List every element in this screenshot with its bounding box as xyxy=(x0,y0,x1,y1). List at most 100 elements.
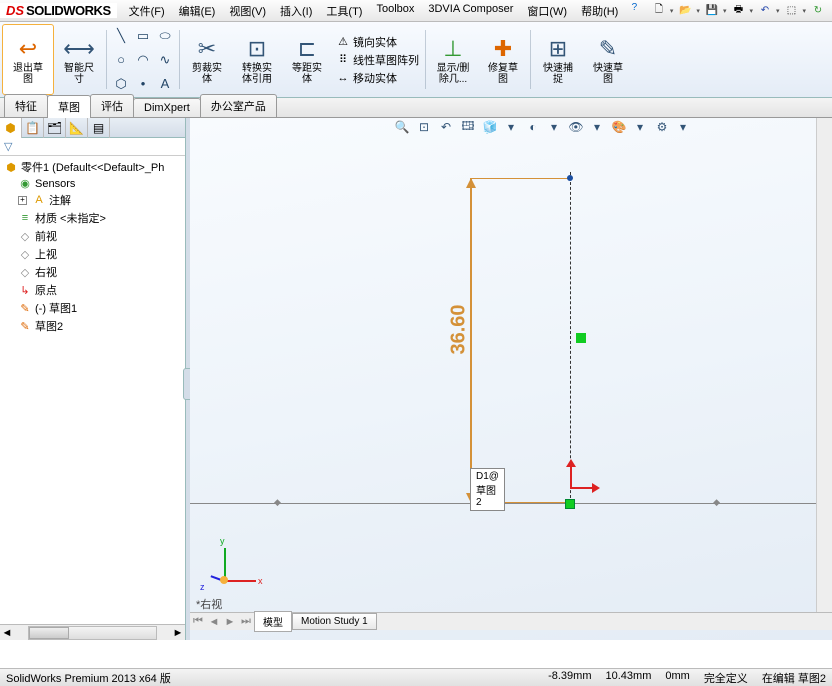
slot-icon[interactable]: ⬭ xyxy=(155,25,175,47)
expand-icon[interactable]: + xyxy=(18,196,27,205)
tab-nav-left-icon[interactable]: ⏮ xyxy=(190,615,206,628)
feature-tree-tab-icon[interactable]: ⬢ xyxy=(0,118,22,138)
prev-view-icon[interactable]: ↶ xyxy=(437,118,455,136)
print-icon[interactable]: 🖶 xyxy=(730,3,746,19)
spline-icon[interactable]: ∿ xyxy=(155,49,175,71)
dimxpert-tab-icon[interactable]: 📐 xyxy=(66,118,88,138)
pattern-button[interactable]: ⠿线性草图阵列 xyxy=(336,52,419,68)
text-icon[interactable]: A xyxy=(155,73,175,95)
tree-sketch2[interactable]: ✎草图2 xyxy=(2,317,183,335)
section-icon[interactable]: 🖽 xyxy=(459,118,477,136)
tree-root[interactable]: ⬢零件1 (Default<<Default>_Ph xyxy=(2,158,183,176)
tree-front[interactable]: ◇前视 xyxy=(2,227,183,245)
plane-icon: ◇ xyxy=(18,266,32,279)
menu-insert[interactable]: 插入(I) xyxy=(274,0,318,22)
centerline[interactable] xyxy=(570,172,571,508)
view-settings-icon[interactable]: ⚙ xyxy=(653,118,671,136)
smart-dimension-button[interactable]: ⟷ 智能尺寸 xyxy=(54,24,104,95)
tree-sketch1[interactable]: ✎(-) 草图1 xyxy=(2,299,183,317)
move-button[interactable]: ↔移动实体 xyxy=(336,70,419,86)
dropdown-icon[interactable]: ▾ xyxy=(802,7,806,15)
app-logo: DS SOLIDWORKS xyxy=(0,3,117,18)
tab-motion[interactable]: Motion Study 1 xyxy=(292,613,377,630)
tab-nav-l-icon[interactable]: ◄ xyxy=(206,616,222,628)
plane-icon: ◇ xyxy=(18,230,32,243)
hide-show-icon[interactable]: 👁 xyxy=(567,118,585,136)
tab-feature[interactable]: 特征 xyxy=(4,94,48,117)
line-icon[interactable]: ╲ xyxy=(111,25,131,47)
quick-sketch-button[interactable]: ✎ 快速草图 xyxy=(583,24,633,95)
endpoint-icon[interactable] xyxy=(567,175,573,181)
arc-icon[interactable]: ◠ xyxy=(133,49,153,71)
mirror-label: 镜向实体 xyxy=(353,34,397,50)
polygon-icon[interactable]: ⬡ xyxy=(111,73,131,95)
dropdown-icon[interactable]: ▾ xyxy=(588,118,606,136)
scroll-thumb[interactable] xyxy=(29,627,69,639)
new-icon[interactable]: 🗋 xyxy=(651,3,667,19)
repair-button[interactable]: ✚ 修复草图 xyxy=(478,24,528,95)
rebuild-icon[interactable]: ↻ xyxy=(810,3,826,19)
dropdown-icon[interactable]: ▾ xyxy=(545,118,563,136)
dropdown-icon[interactable]: ▾ xyxy=(723,7,727,15)
offset-button[interactable]: ⊏ 等距实体 xyxy=(282,24,332,95)
zoom-area-icon[interactable]: ⊡ xyxy=(415,118,433,136)
scene-icon[interactable]: 🎨 xyxy=(610,118,628,136)
origin-handle-icon[interactable] xyxy=(565,499,575,509)
sidebar-hscroll[interactable]: ◄► xyxy=(0,624,185,640)
tree-filter[interactable]: ▽ xyxy=(0,138,185,156)
menu-toolbox[interactable]: Toolbox xyxy=(370,0,420,22)
display-style-icon[interactable]: ◐ xyxy=(524,118,542,136)
dropdown-icon[interactable]: ▾ xyxy=(502,118,520,136)
menu-tools[interactable]: 工具(T) xyxy=(320,0,368,22)
dropdown-icon[interactable]: ▾ xyxy=(674,118,692,136)
quick-snap-button[interactable]: ⊞ 快速捕捉 xyxy=(533,24,583,95)
dropdown-icon[interactable]: ▾ xyxy=(670,7,674,15)
convert-button[interactable]: ⊡ 转换实体引用 xyxy=(232,24,282,95)
menu-view[interactable]: 视图(V) xyxy=(223,0,272,22)
display-tab-icon[interactable]: ▤ xyxy=(88,118,110,138)
exit-sketch-button[interactable]: ↩ 退出草图 xyxy=(2,24,54,95)
canvas-vscroll[interactable] xyxy=(816,118,832,612)
tab-evaluate[interactable]: 评估 xyxy=(90,94,134,117)
graphics-area[interactable]: 36.60 D1@草图2 y x z *右视 ⏮ ◄ ► ⏭ 模 xyxy=(190,118,832,640)
rect-icon[interactable]: ▭ xyxy=(133,25,153,47)
tree-sensors[interactable]: ◉Sensors xyxy=(2,176,183,191)
circle-icon[interactable]: ○ xyxy=(111,49,131,71)
help-icon[interactable]: ? xyxy=(626,0,642,16)
tree-origin[interactable]: ↳原点 xyxy=(2,281,183,299)
dropdown-icon[interactable]: ▾ xyxy=(631,118,649,136)
menu-composer[interactable]: 3DVIA Composer xyxy=(422,0,519,22)
property-tab-icon[interactable]: 📋 xyxy=(22,118,44,138)
menu-help[interactable]: 帮助(H) xyxy=(575,0,624,22)
tab-nav-r-icon[interactable]: ► xyxy=(222,616,238,628)
filter-icon: ▽ xyxy=(4,140,12,153)
tree-material[interactable]: ≡材质 <未指定> xyxy=(2,209,183,227)
menu-edit[interactable]: 编辑(E) xyxy=(173,0,222,22)
tree-right[interactable]: ◇右视 xyxy=(2,263,183,281)
dropdown-icon[interactable]: ▾ xyxy=(696,7,700,15)
tab-model[interactable]: 模型 xyxy=(254,611,292,632)
dropdown-icon[interactable]: ▾ xyxy=(749,7,753,15)
tab-office[interactable]: 办公室产品 xyxy=(200,94,277,117)
tab-dimxpert[interactable]: DimXpert xyxy=(133,98,201,117)
trim-button[interactable]: ✂ 剪裁实体 xyxy=(182,24,232,95)
tab-sketch[interactable]: 草图 xyxy=(47,95,91,118)
undo-icon[interactable]: ↶ xyxy=(757,3,773,19)
tab-nav-right-icon[interactable]: ⏭ xyxy=(238,615,254,628)
view-orient-icon[interactable]: 🧊 xyxy=(481,118,499,136)
tree-annotations[interactable]: +A注解 xyxy=(2,191,183,209)
config-tab-icon[interactable]: 🗂 xyxy=(44,118,66,138)
mirror-button[interactable]: ⚠镜向实体 xyxy=(336,34,419,50)
dropdown-icon[interactable]: ▾ xyxy=(776,7,780,15)
open-icon[interactable]: 📂 xyxy=(677,3,693,19)
relation-handle-icon[interactable] xyxy=(576,333,586,343)
menu-file[interactable]: 文件(F) xyxy=(123,0,171,22)
zoom-fit-icon[interactable]: 🔍 xyxy=(393,118,411,136)
show-delete-button[interactable]: ⊥ 显示/删除几... xyxy=(428,24,478,95)
tree-top[interactable]: ◇上视 xyxy=(2,245,183,263)
select-icon[interactable]: ⬚ xyxy=(783,3,799,19)
menu-window[interactable]: 窗口(W) xyxy=(521,0,573,22)
point-icon[interactable]: • xyxy=(133,73,153,95)
save-icon[interactable]: 💾 xyxy=(704,3,720,19)
dimension-value[interactable]: 36.60 xyxy=(448,304,471,354)
